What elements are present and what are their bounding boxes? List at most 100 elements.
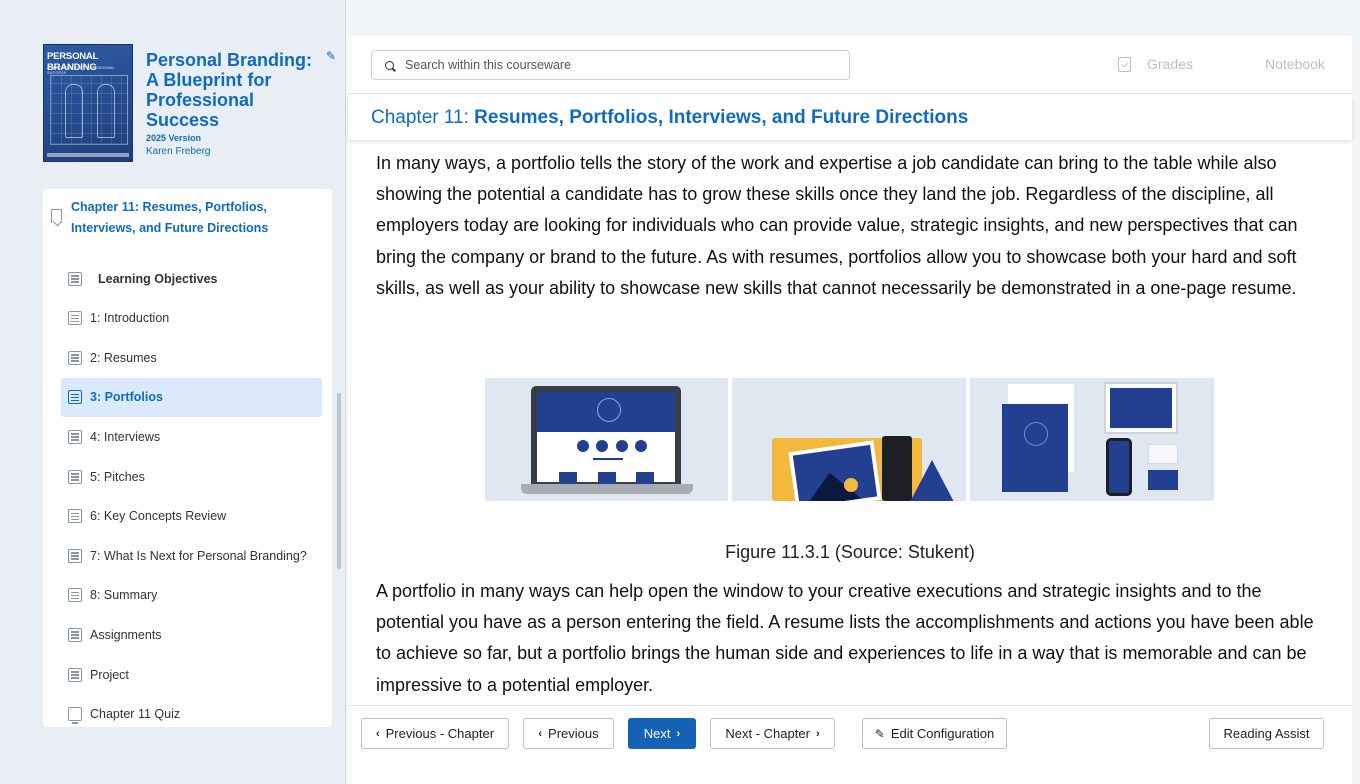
previous-chapter-button[interactable]: ‹ Previous - Chapter — [361, 718, 509, 749]
edit-book-icon[interactable]: ✎ — [326, 49, 336, 63]
page-icon — [68, 627, 82, 642]
toc-item[interactable]: 8: Summary — [61, 576, 322, 615]
toc-item[interactable]: 2: Resumes — [61, 338, 322, 377]
toc-item[interactable]: Chapter 11 Quiz — [61, 695, 322, 727]
toc-item-label: 7: What Is Next for Personal Branding? — [90, 548, 307, 563]
edit-configuration-button[interactable]: ✎ Edit Configuration — [862, 718, 1007, 749]
page-icon — [68, 429, 82, 444]
previous-label: Previous — [548, 726, 599, 741]
grades-link[interactable]: Grades — [1118, 56, 1193, 72]
sidebar-scrollbar[interactable] — [337, 393, 341, 569]
chevron-right-icon: › — [676, 727, 681, 740]
toc-item[interactable]: Project — [61, 655, 322, 694]
toc-chapter-label[interactable]: Chapter 11: Resumes, Portfolios, Intervi… — [71, 197, 311, 239]
toc-item-label: Assignments — [90, 627, 162, 642]
notebook-link[interactable]: Notebook — [1236, 56, 1325, 116]
navigation-footer: ‹ Previous - Chapter ‹ Previous Next › N… — [348, 705, 1352, 784]
book-cover[interactable]: PERSONAL BRANDING A BLUEPRINT FOR PROFES… — [43, 44, 133, 162]
previous-button[interactable]: ‹ Previous — [523, 718, 614, 749]
cover-footer — [47, 153, 129, 157]
grades-label: Grades — [1147, 56, 1193, 72]
next-chapter-button[interactable]: Next - Chapter › — [710, 718, 835, 749]
page-icon — [68, 390, 82, 405]
search-box[interactable] — [371, 50, 850, 80]
cover-figure-right — [97, 84, 115, 138]
bookmark-icon[interactable] — [51, 209, 62, 223]
page-icon — [68, 667, 82, 682]
next-button[interactable]: Next › — [628, 718, 696, 749]
chevron-right-icon: › — [815, 727, 820, 740]
reading-assist-button[interactable]: Reading Assist — [1209, 718, 1324, 749]
edit-configuration-label: Edit Configuration — [890, 726, 995, 741]
chapter-prefix: Chapter 11: — [371, 107, 469, 128]
toc-item-label: 6: Key Concepts Review — [90, 509, 227, 524]
card-illustration — [1148, 470, 1178, 490]
toc-item-label: 4: Interviews — [90, 429, 161, 444]
toc-chapter[interactable]: Chapter 11: Resumes, Portfolios, Intervi… — [43, 189, 332, 249]
pencil-icon: ✎ — [874, 726, 885, 741]
toc-item[interactable]: 4: Interviews — [61, 417, 322, 456]
cover-art — [50, 75, 128, 145]
chapter-name: Resumes, Portfolios, Interviews, and Fut… — [474, 107, 969, 128]
paragraph: In many ways, a portfolio tells the stor… — [376, 153, 1298, 298]
book-version: 2025 Version — [146, 133, 202, 143]
toc-item-label: 3: Portfolios — [90, 390, 163, 405]
card-illustration — [1148, 444, 1178, 464]
book-author: Karen Freberg — [146, 146, 211, 157]
toc-item[interactable]: 3: Portfolios — [61, 377, 322, 417]
page-icon — [68, 311, 82, 326]
sidebar: PERSONAL BRANDING A BLUEPRINT FOR PROFES… — [0, 0, 346, 784]
toc-item[interactable]: 1: Introduction — [61, 299, 322, 338]
toc-item[interactable]: 6: Key Concepts Review — [61, 497, 322, 536]
chevron-left-icon: ‹ — [538, 727, 543, 740]
chapter-header: Chapter 11: Resumes, Portfolios, Intervi… — [348, 96, 1352, 140]
cover-figure-left — [65, 84, 83, 138]
reading-content: In many ways, a portfolio tells the stor… — [376, 148, 1336, 696]
toc-item-label: 8: Summary — [90, 588, 158, 603]
chevron-left-icon: ‹ — [375, 727, 380, 740]
previous-chapter-label: Previous - Chapter — [385, 726, 495, 741]
toc-item-label: 5: Pitches — [90, 469, 145, 484]
page-icon — [68, 469, 82, 484]
paragraph: A portfolio in many ways can help open t… — [376, 581, 1314, 695]
notebook-illustration — [1002, 404, 1068, 492]
quiz-icon — [68, 707, 82, 725]
figure-panel-photos — [732, 378, 966, 501]
camera-illustration — [882, 436, 912, 501]
laptop-illustration — [531, 386, 681, 486]
page-icon — [68, 588, 82, 603]
page-icon — [68, 350, 82, 365]
top-bar: Grades Notebook — [348, 36, 1352, 116]
page-icon — [68, 548, 82, 563]
toc-item[interactable]: Learning Objectives — [61, 259, 322, 298]
toc-item-label: Chapter 11 Quiz — [90, 707, 181, 722]
main-content-area: Grades Notebook Chapter 11: Resumes, Por… — [348, 36, 1352, 784]
figure-caption: Figure 11.3.1 (Source: Stukent) — [725, 542, 975, 562]
toc-item-label: 1: Introduction — [90, 311, 170, 326]
chapter-title: Chapter 11: Resumes, Portfolios, Intervi… — [371, 107, 968, 129]
figure-panel-laptop — [485, 378, 728, 501]
tablet-illustration — [1104, 382, 1178, 434]
toc-item[interactable]: 7: What Is Next for Personal Branding? — [61, 536, 322, 575]
search-input[interactable] — [405, 58, 825, 72]
search-icon — [385, 60, 394, 70]
triangle-illustration — [910, 460, 954, 501]
toc-item-label: Project — [90, 667, 129, 682]
laptop-base — [521, 484, 693, 494]
toc-item-label: Learning Objectives — [98, 271, 218, 286]
next-label: Next — [643, 726, 671, 741]
cover-subtitle: A BLUEPRINT FOR PROFESSIONAL SUCCESS — [47, 65, 115, 75]
book-header: PERSONAL BRANDING A BLUEPRINT FOR PROFES… — [43, 44, 343, 164]
toc-item[interactable]: 5: Pitches — [61, 457, 322, 496]
grades-icon — [1118, 56, 1131, 72]
phone-illustration — [1106, 438, 1132, 496]
toc-item[interactable]: Assignments — [61, 615, 322, 654]
table-of-contents: Chapter 11: Resumes, Portfolios, Intervi… — [43, 189, 332, 727]
photo-illustration — [788, 440, 882, 501]
page-icon — [68, 271, 82, 286]
figure-image — [485, 378, 1215, 501]
sun-illustration — [844, 478, 858, 492]
page-icon — [68, 509, 82, 524]
notebook-label: Notebook — [1265, 56, 1325, 72]
book-title[interactable]: Personal Branding: A Blueprint for Profe… — [146, 50, 326, 130]
